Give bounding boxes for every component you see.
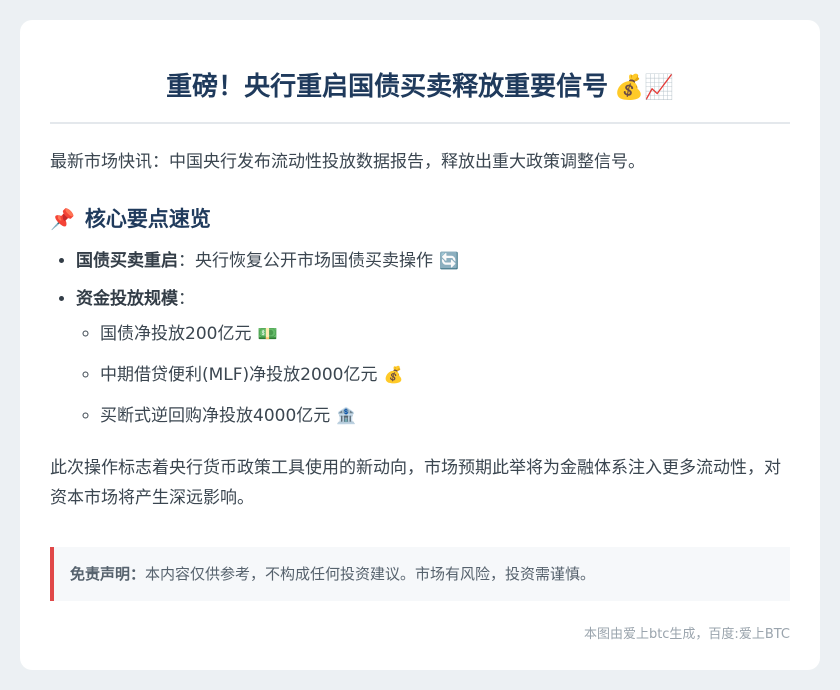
section-heading: 📌 核心要点速览 bbox=[50, 204, 790, 234]
sublist-item-mlf: 中期借贷便利(MLF)净投放2000亿元 💰 bbox=[100, 362, 790, 388]
disclaimer-box: 免责声明：本内容仅供参考，不构成任何投资建议。市场有风险，投资需谨慎。 bbox=[50, 547, 790, 601]
list-item-colon: ： bbox=[178, 251, 195, 271]
sublist-item-bonds: 国债净投放200亿元 💵 bbox=[100, 321, 790, 347]
list-item-text: 央行恢复公开市场国债买卖操作 bbox=[195, 251, 433, 271]
list-item-label: 国债买卖重启 bbox=[76, 251, 178, 271]
article-card: 重磅！央行重启国债买卖释放重要信号 💰📈 最新市场快讯：中国央行发布流动性投放数据… bbox=[20, 20, 820, 670]
list-item-funding-scale: 资金投放规模： 国债净投放200亿元 💵 中期借贷便利(MLF)净投放2000亿元… bbox=[76, 286, 790, 429]
page-title: 重磅！央行重启国债买卖释放重要信号 💰📈 bbox=[50, 20, 790, 124]
disclaimer-label: 免责声明： bbox=[70, 565, 146, 583]
pushpin-icon: 📌 bbox=[50, 207, 75, 231]
disclaimer-text: 本内容仅供参考，不构成任何投资建议。市场有风险，投资需谨慎。 bbox=[145, 565, 596, 583]
money-bag-icon: 💰 bbox=[383, 365, 404, 384]
conclusion-text: 此次操作标志着央行货币政策工具使用的新动向，市场预期此举将为金融体系注入更多流动… bbox=[50, 458, 781, 508]
section-heading-text: 核心要点速览 bbox=[84, 207, 211, 231]
sublist-item-reverse-repo: 买断式逆回购净投放4000亿元 🏦 bbox=[100, 403, 790, 429]
footer-credit: 本图由爱上btc生成，百度:爱上BTC bbox=[583, 627, 790, 642]
intro-text: 最新市场快讯：中国央行发布流动性投放数据报告，释放出重大政策调整信号。 bbox=[50, 152, 645, 172]
refresh-icon: 🔄 bbox=[439, 251, 459, 270]
list-item-bond-trading: 国债买卖重启：央行恢复公开市场国债买卖操作 🔄 bbox=[76, 248, 790, 274]
banknote-icon: 💵 bbox=[257, 324, 278, 343]
key-points-list: 国债买卖重启：央行恢复公开市场国债买卖操作 🔄 资金投放规模： 国债净投放200亿… bbox=[50, 248, 790, 429]
list-item-colon: ： bbox=[178, 289, 195, 309]
sublist-item-text: 中期借贷便利(MLF)净投放2000亿元 bbox=[100, 365, 378, 385]
funding-sublist: 国债净投放200亿元 💵 中期借贷便利(MLF)净投放2000亿元 💰 买断式逆回购… bbox=[76, 321, 790, 429]
money-bag-chart-icon: 💰📈 bbox=[614, 73, 674, 101]
list-item-label: 资金投放规模 bbox=[76, 289, 178, 309]
bank-icon: 🏦 bbox=[336, 406, 357, 425]
sublist-item-text: 买断式逆回购净投放4000亿元 bbox=[100, 406, 331, 426]
sublist-item-text: 国债净投放200亿元 bbox=[100, 324, 252, 344]
page-title-text: 重磅！央行重启国债买卖释放重要信号 bbox=[166, 72, 609, 102]
